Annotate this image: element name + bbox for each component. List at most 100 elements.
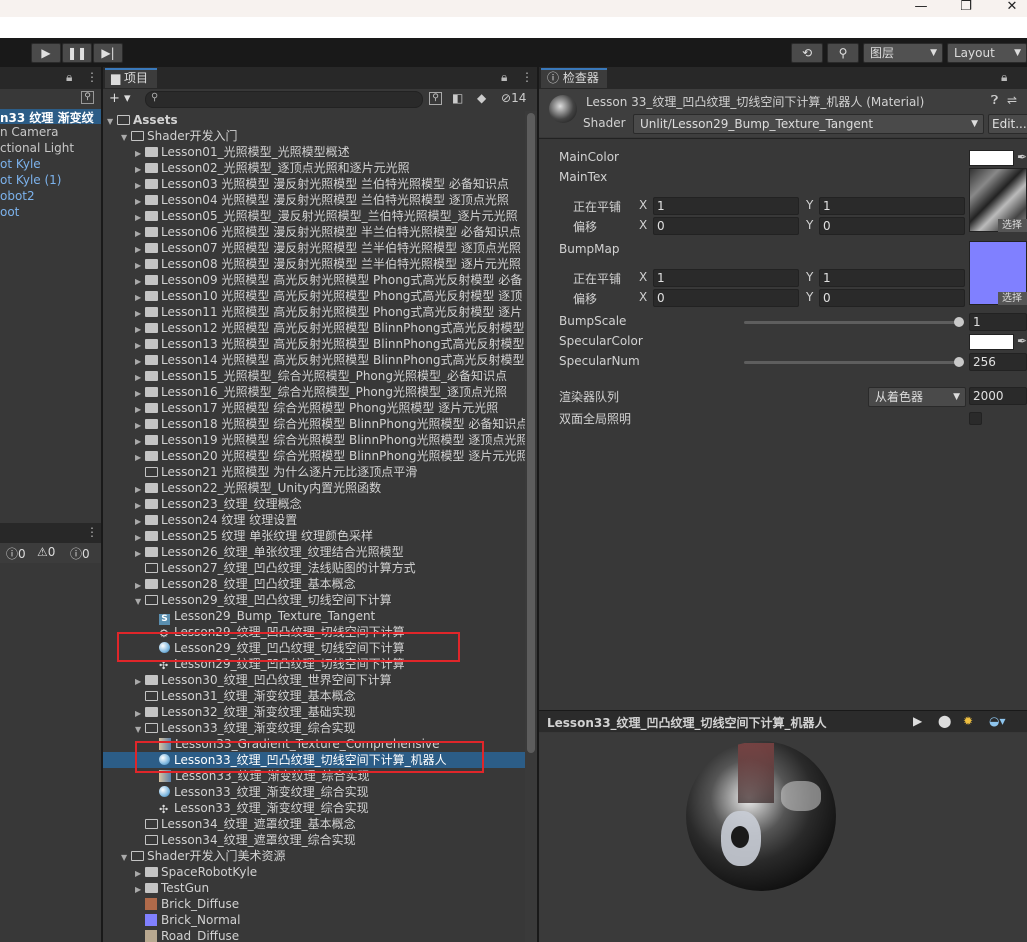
scrollbar-thumb[interactable] bbox=[527, 113, 535, 753]
folder-item[interactable]: ▶ Lesson06 光照模型 漫反射光照模型 半兰伯特光照模型 必备知识点 bbox=[103, 224, 521, 240]
console-info-count[interactable]: ⓘ0 bbox=[6, 545, 26, 562]
menu-icon[interactable]: ⋮ bbox=[86, 525, 98, 539]
folder-item[interactable]: Lesson21 光照模型 为什么逐片元比逐顶点平滑 bbox=[103, 464, 417, 480]
edit-shader-button[interactable]: Edit... bbox=[988, 114, 1027, 134]
hierarchy-search[interactable]: ⚲ bbox=[0, 89, 101, 108]
folder-item[interactable]: ▶ Lesson23_纹理_纹理概念 bbox=[103, 496, 302, 512]
folder-item[interactable]: ▶ Lesson24 纹理 纹理设置 bbox=[103, 512, 297, 528]
asset-item[interactable]: S Lesson29_Bump_Texture_Tangent bbox=[103, 608, 375, 625]
specular-color-swatch[interactable] bbox=[969, 334, 1014, 350]
light-icon[interactable]: ✹ bbox=[963, 714, 973, 728]
settings-icon[interactable]: ⇌ bbox=[1007, 93, 1017, 107]
folder-item[interactable]: ▶ Lesson16_光照模型_综合光照模型_Phong光照模型_逐顶点光照 bbox=[103, 384, 507, 400]
folder-item[interactable]: ▼ Shader开发入门美术资源 bbox=[103, 848, 286, 864]
folder-item[interactable]: ▶ Lesson30_纹理_凹凸纹理_世界空间下计算 bbox=[103, 672, 392, 688]
console-error-count[interactable]: ⓘ0 bbox=[70, 545, 90, 562]
history-icon[interactable]: ⟲ bbox=[791, 43, 823, 63]
bump-scale-knob[interactable] bbox=[954, 317, 964, 327]
bump-scale-field[interactable]: 1 bbox=[969, 313, 1027, 331]
project-scrollbar[interactable] bbox=[525, 111, 537, 942]
lock-icon[interactable]: 🔒︎ bbox=[66, 70, 72, 85]
folder-item[interactable]: ▶ Lesson17 光照模型 综合光照模型 Phong光照模型 逐片元光照 bbox=[103, 400, 498, 416]
search-icon[interactable]: ⚲ bbox=[827, 43, 859, 63]
search-by-type-icon[interactable]: ⚲ bbox=[429, 92, 442, 105]
hierarchy-item[interactable]: ctional Light bbox=[0, 141, 74, 155]
asset-item[interactable]: ✣ Lesson33_纹理_渐变纹理_综合实现 bbox=[103, 800, 369, 816]
step-button[interactable]: ▶| bbox=[93, 43, 123, 63]
play-button[interactable]: ▶ bbox=[31, 43, 61, 63]
bump-offset-x-field[interactable]: 0 bbox=[653, 289, 799, 307]
hierarchy-item[interactable]: ot Kyle bbox=[0, 157, 41, 171]
sphere-icon[interactable]: ⬤ bbox=[938, 714, 951, 728]
select-texture-button[interactable]: 选择 bbox=[998, 219, 1027, 232]
hierarchy-item[interactable]: obot2 bbox=[0, 189, 35, 203]
render-queue-dropdown[interactable]: 从着色器 ▼ bbox=[868, 387, 966, 407]
hierarchy-item[interactable]: oot bbox=[0, 205, 19, 219]
shader-dropdown[interactable]: Unlit/Lesson29_Bump_Texture_Tangent ▼ bbox=[633, 114, 984, 134]
asset-item[interactable]: Lesson33_纹理_渐变纹理_综合实现 bbox=[103, 768, 370, 784]
main-offset-y-field[interactable]: 0 bbox=[819, 217, 965, 235]
asset-item[interactable]: Lesson29_纹理_凹凸纹理_切线空间下计算 bbox=[103, 640, 405, 656]
folder-item[interactable]: ▶ Lesson02_光照模型_逐顶点光照和逐片元光照 bbox=[103, 160, 410, 176]
folder-item[interactable]: ▼ Lesson29_纹理_凹凸纹理_切线空间下计算 bbox=[103, 592, 392, 608]
add-asset-button[interactable]: + ▾ bbox=[109, 91, 131, 106]
lock-icon[interactable]: 🔒︎ bbox=[501, 70, 507, 85]
folder-item[interactable]: ▶ Lesson20 光照模型 综合光照模型 BlinnPhong光照模型 逐片元… bbox=[103, 448, 525, 464]
folder-item[interactable]: ▶ TestGun bbox=[103, 880, 209, 896]
folder-item[interactable]: ▶ Lesson28_纹理_凹凸纹理_基本概念 bbox=[103, 576, 356, 592]
preview-mesh-icon[interactable]: ◒▾ bbox=[989, 714, 1006, 728]
double-sided-gi-checkbox[interactable] bbox=[969, 412, 982, 425]
bump-offset-y-field[interactable]: 0 bbox=[819, 289, 965, 307]
bump-tiling-y-field[interactable]: 1 bbox=[819, 269, 965, 287]
layers-dropdown[interactable]: 图层 ▼ bbox=[863, 43, 943, 63]
folder-item[interactable]: ▶ Lesson14 光照模型 高光反射光照模型 BlinnPhong式高光反射模… bbox=[103, 352, 525, 368]
select-texture-button[interactable]: 选择 bbox=[998, 292, 1027, 305]
label-icon[interactable]: ◆ bbox=[477, 91, 486, 105]
folder-item[interactable]: ▶ Lesson12 光照模型 高光反射光照模型 BlinnPhong式高光反射模… bbox=[103, 320, 525, 336]
asset-item[interactable]: Lesson33_Gradient_Texture_Comprehensive bbox=[103, 736, 439, 752]
folder-item[interactable]: Lesson34_纹理_遮罩纹理_综合实现 bbox=[103, 832, 356, 848]
project-search-input[interactable]: ⚲ bbox=[145, 91, 423, 108]
folder-item[interactable]: ▶ Lesson01_光照模型_光照模型概述 bbox=[103, 144, 350, 160]
folder-item[interactable]: ▶ Lesson09 光照模型 高光反射光照模型 Phong式高光反射模型 必备 bbox=[103, 272, 522, 288]
tab-inspector[interactable]: ⓘ 检查器 bbox=[541, 68, 607, 88]
folder-item[interactable]: Lesson34_纹理_遮罩纹理_基本概念 bbox=[103, 816, 356, 832]
search-icon[interactable]: ⚲ bbox=[81, 91, 94, 104]
bump-scale-slider[interactable] bbox=[744, 321, 962, 324]
menu-icon[interactable]: ⋮ bbox=[86, 109, 98, 123]
folder-item[interactable]: ▶ Lesson08 光照模型 漫反射光照模型 兰半伯特光照模型 逐片元光照 bbox=[103, 256, 521, 272]
minimize-icon[interactable]: — bbox=[906, 0, 936, 17]
folder-item[interactable]: ▶ Lesson18 光照模型 综合光照模型 BlinnPhong光照模型 必备知… bbox=[103, 416, 525, 432]
help-icon[interactable]: ❓︎ bbox=[991, 93, 998, 108]
pause-button[interactable]: ❚❚ bbox=[62, 43, 92, 63]
asset-item[interactable]: Road_Diffuse bbox=[103, 928, 239, 942]
folder-item[interactable]: ▼ Assets bbox=[103, 112, 178, 128]
hierarchy-item[interactable]: ot Kyle (1) bbox=[0, 173, 62, 187]
hierarchy-item[interactable]: n Camera bbox=[0, 125, 59, 139]
folder-item[interactable]: ▶ Lesson13 光照模型 高光反射光照模型 BlinnPhong式高光反射模… bbox=[103, 336, 525, 352]
folder-item[interactable]: ▶ Lesson04 光照模型 漫反射光照模型 兰伯特光照模型 逐顶点光照 bbox=[103, 192, 509, 208]
folder-item[interactable]: ▶ Lesson22_光照模型_Unity内置光照函数 bbox=[103, 480, 381, 496]
restore-icon[interactable]: ❐ bbox=[951, 0, 981, 17]
asset-item[interactable]: ⚙ Lesson29_纹理_凹凸纹理_切线空间下计算 bbox=[103, 624, 405, 640]
asset-item[interactable]: Brick_Diffuse bbox=[103, 896, 239, 912]
lock-icon[interactable]: 🔒︎ bbox=[1001, 70, 1007, 85]
main-tiling-x-field[interactable]: 1 bbox=[653, 197, 799, 215]
folder-item[interactable]: ▶ SpaceRobotKyle bbox=[103, 864, 257, 880]
folder-item[interactable]: ▶ Lesson19 光照模型 综合光照模型 BlinnPhong光照模型 逐顶点… bbox=[103, 432, 525, 448]
eyedropper-icon[interactable]: ✒ bbox=[1017, 334, 1027, 348]
folder-item[interactable]: ▶ Lesson03 光照模型 漫反射光照模型 兰伯特光照模型 必备知识点 bbox=[103, 176, 509, 192]
eyedropper-icon[interactable]: ✒ bbox=[1017, 150, 1027, 164]
menu-icon[interactable]: ⋮ bbox=[521, 70, 533, 84]
hidden-packages-icon[interactable]: ⊘14 bbox=[501, 91, 526, 105]
folder-item[interactable]: ▼ Lesson33_纹理_渐变纹理_综合实现 bbox=[103, 720, 356, 736]
specular-num-slider[interactable] bbox=[744, 361, 962, 364]
folder-item[interactable]: ▶ Lesson32_纹理_渐变纹理_基础实现 bbox=[103, 704, 356, 720]
asset-item[interactable]: ✣ Lesson29_纹理_凹凸纹理_切线空间下计算 bbox=[103, 656, 405, 672]
tab-project[interactable]: ▆ 项目 bbox=[105, 68, 157, 88]
layout-dropdown[interactable]: Layout ▼ bbox=[947, 43, 1027, 63]
console-warning-count[interactable]: ⚠0 bbox=[37, 545, 55, 559]
folder-item[interactable]: ▶ Lesson10 光照模型 高光反射光照模型 Phong式高光反射模型 逐顶 bbox=[103, 288, 522, 304]
folder-item[interactable]: ▶ Lesson05_光照模型_漫反射光照模型_兰伯特光照模型_逐片元光照 bbox=[103, 208, 518, 224]
shapes-icon[interactable]: ◧ bbox=[452, 91, 463, 105]
